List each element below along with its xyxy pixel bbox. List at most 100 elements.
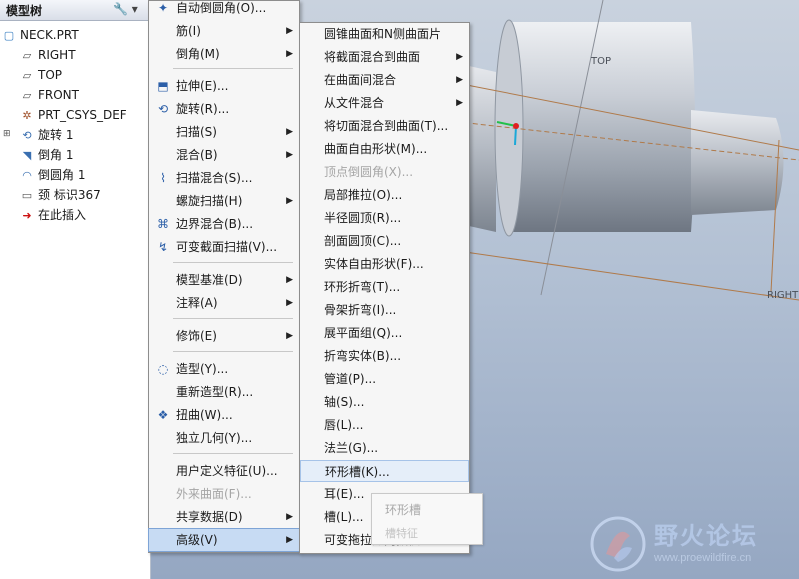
submenu-arrow-icon: ▶ [286, 49, 293, 59]
tree-item-right[interactable]: ▱ RIGHT [20, 46, 76, 64]
menu-separator [173, 351, 293, 352]
expand-icon[interactable]: ⊞ [3, 129, 11, 139]
menu-variable-sweep[interactable]: ↯ 可变截面扫描(V)... [149, 236, 299, 258]
menu-independent-geometry[interactable]: 独立几何(Y)... [149, 427, 299, 449]
round-icon: ◠ [22, 169, 32, 182]
menu-restyle[interactable]: 重新造型(R)... [149, 381, 299, 403]
model-tree-panel: 模型树 🔧 ▾ ▢ NECK.PRT ▱ RIGHT ▱ TOP ▱ FRONT ✲ PR… [0, 0, 151, 579]
submenu-arrow-icon: ▶ [286, 331, 293, 341]
menu-style[interactable]: ◌ 造型(Y)... [149, 358, 299, 380]
menu-blend[interactable]: 混合(B) ▶ [149, 144, 299, 166]
menu-rib[interactable]: 筋(I) ▶ [149, 20, 299, 42]
submenu-from-file[interactable]: 从文件混合 ▶ [300, 92, 469, 114]
auto-round-icon: ✦ [157, 1, 169, 15]
datum-top-label: TOP [590, 56, 611, 67]
submenu-arrow-icon: ▶ [286, 535, 293, 545]
menu-extrude[interactable]: ⬒ 拉伸(E)... [149, 75, 299, 97]
boundary-blend-icon: ⌘ [157, 217, 169, 231]
submenu-spinal-bend[interactable]: 骨架折弯(I)... [300, 299, 469, 321]
submenu-lip[interactable]: 唇(L)... [300, 414, 469, 436]
main-cylinder [501, 22, 695, 232]
chamfer-icon: ◥ [22, 149, 32, 162]
submenu-arrow-icon: ▶ [286, 196, 293, 206]
menu-sweep[interactable]: 扫描(S) ▶ [149, 121, 299, 143]
warp-icon: ❖ [157, 408, 169, 422]
csys-origin [513, 123, 519, 129]
neck-icon: ▭ [21, 189, 33, 202]
submenu-section-dome[interactable]: 剖面圆顶(C)... [300, 230, 469, 252]
submenu-arrow-icon: ▶ [286, 298, 293, 308]
extrude-icon: ⬒ [157, 79, 169, 93]
submenu-arrow-icon: ▶ [286, 150, 293, 160]
menu-user-defined-feature[interactable]: 用户定义特征(U)... [149, 460, 299, 482]
watermark-url: www.proewildfire.cn [654, 552, 752, 564]
submenu-arrow-icon: ▶ [286, 512, 293, 522]
menu-chamfer[interactable]: 倒角(M) ▶ [149, 43, 299, 65]
variable-sweep-icon: ↯ [157, 240, 169, 254]
right-shaft [691, 110, 784, 215]
submenu-surface-free-form[interactable]: 曲面自由形状(M)... [300, 138, 469, 160]
submenu-bend-solid[interactable]: 折弯实体(B)... [300, 345, 469, 367]
watermark-logo-icon [590, 516, 646, 572]
menu-boundary-blend[interactable]: ⌘ 边界混合(B)... [149, 213, 299, 235]
submenu-arrow-icon: ▶ [456, 52, 463, 62]
submenu-conic-nsided[interactable]: 圆锥曲面和N侧曲面片 [300, 23, 469, 45]
tree-item-front[interactable]: ▱ FRONT [20, 86, 79, 104]
submenu-shaft[interactable]: 轴(S)... [300, 391, 469, 413]
submenu-local-push[interactable]: 局部推拉(O)... [300, 184, 469, 206]
submenu-pipe[interactable]: 管道(P)... [300, 368, 469, 390]
submenu-neck[interactable]: 环形槽(K)... [300, 460, 469, 482]
model-tree-title: 模型树 [6, 4, 43, 18]
menu-revolve[interactable]: ⟲ 旋转(R)... [149, 98, 299, 120]
tree-item-chamfer[interactable]: ◥ 倒角 1 [20, 146, 74, 164]
model-tree-settings-button[interactable]: 🔧 ▾ [113, 2, 138, 16]
tree-item-neck[interactable]: ▭ 颈 标识367 [20, 186, 101, 204]
tree-item-csys[interactable]: ✲ PRT_CSYS_DEF [20, 106, 126, 124]
menu-separator [173, 453, 293, 454]
part-icon: ▢ [3, 29, 15, 42]
submenu-toroidal-bend[interactable]: 环形折弯(T)... [300, 276, 469, 298]
tree-item-revolve[interactable]: ⟲ 旋转 1 [20, 126, 73, 144]
menu-helical-sweep[interactable]: 螺旋扫描(H) ▶ [149, 190, 299, 212]
tooltip-body: 槽特征 [385, 527, 418, 540]
submenu-arrow-icon: ▶ [286, 26, 293, 36]
datum-plane-icon: ▱ [22, 69, 32, 82]
revolve-icon: ⟲ [157, 102, 169, 116]
insert-here-icon: ➜ [22, 209, 32, 222]
submenu-section-to-surface[interactable]: 将截面混合到曲面 ▶ [300, 46, 469, 68]
tree-item-part[interactable]: ▢ NECK.PRT [2, 26, 79, 44]
menu-advanced[interactable]: 高级(V) ▶ [148, 528, 300, 552]
submenu-tangent-to-surface[interactable]: 将切面混合到曲面(T)... [300, 115, 469, 137]
menu-foreign-surface[interactable]: 外来曲面(F)... [149, 483, 299, 505]
submenu-solid-free-form[interactable]: 实体自由形状(F)... [300, 253, 469, 275]
datum-plane-icon: ▱ [22, 49, 32, 62]
submenu-flatten-quilt[interactable]: 展平面组(Q)... [300, 322, 469, 344]
tooltip: 环形槽 槽特征 [371, 493, 483, 545]
menu-warp[interactable]: ❖ 扭曲(W)... [149, 404, 299, 426]
menu-shared-data[interactable]: 共享数据(D) ▶ [149, 506, 299, 528]
menu-annotation[interactable]: 注释(A) ▶ [149, 292, 299, 314]
datum-right-label: RIGHT [767, 290, 799, 301]
menu-separator [173, 68, 293, 69]
tree-item-insert-here[interactable]: ➜ 在此插入 [20, 206, 86, 224]
csys-icon: ✲ [22, 109, 32, 122]
menu-model-datum[interactable]: 模型基准(D) ▶ [149, 269, 299, 291]
submenu-vertex-round[interactable]: 顶点倒圆角(X)... [300, 161, 469, 183]
insert-menu: ✦ 自动倒圆角(O)... 筋(I) ▶ 倒角(M) ▶ ⬒ 拉伸(E)... ⟲ 旋转(… [148, 0, 300, 553]
advanced-submenu: 圆锥曲面和N侧曲面片 将截面混合到曲面 ▶ 在曲面间混合 ▶ 从文件混合 ▶ 将切面混… [299, 22, 470, 554]
submenu-arrow-icon: ▶ [456, 75, 463, 85]
submenu-flange[interactable]: 法兰(G)... [300, 437, 469, 459]
submenu-arrow-icon: ▶ [456, 98, 463, 108]
revolve-icon: ⟲ [22, 129, 32, 142]
swept-blend-icon: ⌇ [160, 171, 166, 185]
menu-auto-round[interactable]: ✦ 自动倒圆角(O)... [149, 0, 299, 19]
menu-swept-blend[interactable]: ⌇ 扫描混合(S)... [149, 167, 299, 189]
datum-right-lower [450, 249, 799, 301]
menu-cosmetic[interactable]: 修饰(E) ▶ [149, 325, 299, 347]
tree-item-top[interactable]: ▱ TOP [20, 66, 62, 84]
submenu-radius-dome[interactable]: 半径圆顶(R)... [300, 207, 469, 229]
tooltip-title: 环形槽 [385, 503, 422, 517]
watermark-title: 野火论坛 [654, 522, 758, 550]
submenu-between-surfaces[interactable]: 在曲面间混合 ▶ [300, 69, 469, 91]
tree-item-round[interactable]: ◠ 倒圆角 1 [20, 166, 85, 184]
